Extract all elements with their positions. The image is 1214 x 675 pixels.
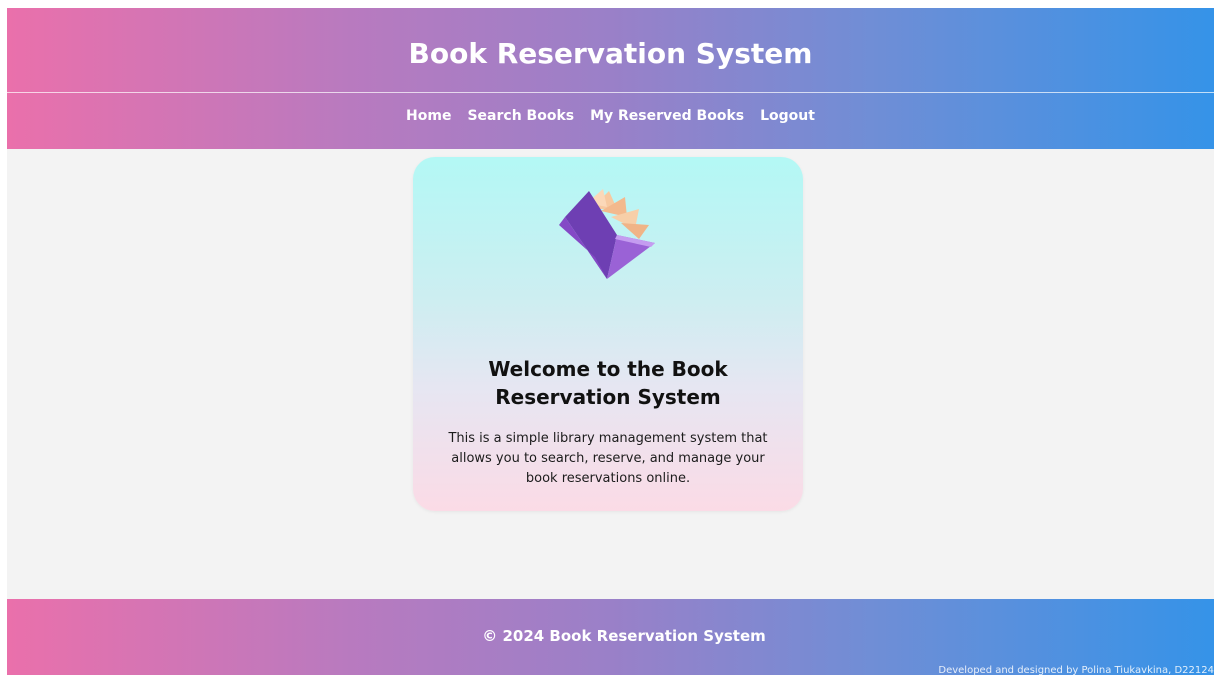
footer-copyright: © 2024 Book Reservation System [482,627,766,645]
welcome-title: Welcome to the Book Reservation System [488,357,728,409]
footer-credit: Developed and designed by Polina Tiukavk… [938,665,1214,675]
page: Book Reservation System Home Search Book… [7,8,1214,675]
open-book-icon [559,189,655,279]
welcome-description: This is a simple library management syst… [448,431,768,486]
header-divider [7,92,1214,93]
nav-home-link[interactable]: Home [406,108,451,124]
site-header: Book Reservation System Home Search Book… [7,8,1214,149]
nav-logout-link[interactable]: Logout [760,108,815,124]
welcome-card: Welcome to the Book Reservation System T… [413,157,803,511]
site-footer: © 2024 Book Reservation System Developed… [7,599,1214,675]
site-title: Book Reservation System [408,37,813,70]
nav-my-reserved-books-link[interactable]: My Reserved Books [590,108,744,124]
main-nav: Home Search Books My Reserved Books Logo… [7,108,1214,124]
nav-search-books-link[interactable]: Search Books [467,108,574,124]
